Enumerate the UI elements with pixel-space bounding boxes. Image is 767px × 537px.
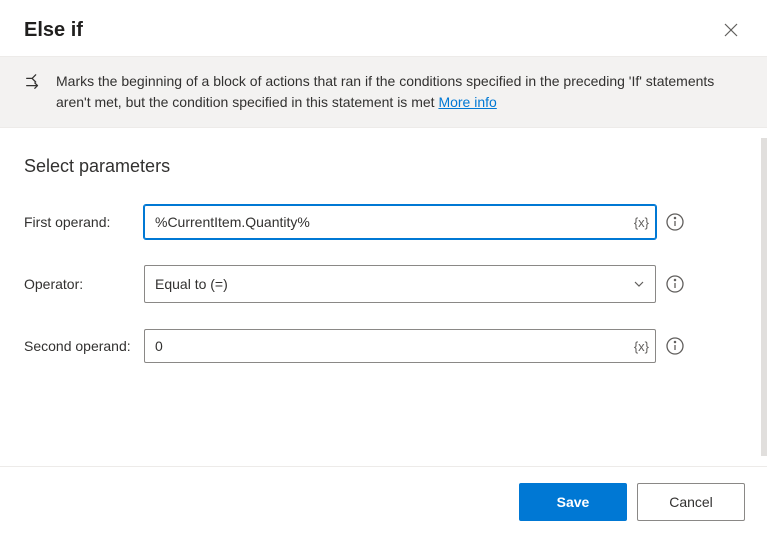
second-operand-label: Second operand: xyxy=(24,338,144,354)
operator-select[interactable]: Equal to (=) xyxy=(144,265,656,303)
dialog-footer: Save Cancel xyxy=(0,466,767,537)
branch-icon xyxy=(24,73,42,94)
cancel-button[interactable]: Cancel xyxy=(637,483,745,521)
operator-info[interactable] xyxy=(666,275,684,293)
first-operand-input-wrap[interactable]: {x} xyxy=(144,205,656,239)
variable-picker-button[interactable]: {x} xyxy=(628,206,655,238)
more-info-link[interactable]: More info xyxy=(438,94,496,110)
operator-label: Operator: xyxy=(24,276,144,292)
info-icon xyxy=(666,275,684,293)
first-operand-row: First operand: {x} xyxy=(24,205,743,239)
banner-description: Marks the beginning of a block of action… xyxy=(56,73,714,110)
second-operand-input-wrap[interactable]: {x} xyxy=(144,329,656,363)
operator-row: Operator: Equal to (=) xyxy=(24,265,743,303)
section-title: Select parameters xyxy=(24,156,743,177)
info-icon xyxy=(666,337,684,355)
first-operand-info[interactable] xyxy=(666,213,684,231)
first-operand-input[interactable] xyxy=(145,206,628,238)
first-operand-label: First operand: xyxy=(24,214,144,230)
dialog-title: Else if xyxy=(24,19,83,42)
close-button[interactable] xyxy=(719,18,743,42)
dialog-header: Else if xyxy=(0,0,767,56)
second-operand-input[interactable] xyxy=(145,330,628,362)
banner-text: Marks the beginning of a block of action… xyxy=(56,71,743,113)
close-icon xyxy=(724,23,738,37)
second-operand-info[interactable] xyxy=(666,337,684,355)
operator-value: Equal to (=) xyxy=(155,276,633,292)
second-operand-row: Second operand: {x} xyxy=(24,329,743,363)
parameters-section: Select parameters First operand: {x} Ope… xyxy=(0,128,767,363)
info-icon xyxy=(666,213,684,231)
save-button[interactable]: Save xyxy=(519,483,627,521)
variable-picker-button[interactable]: {x} xyxy=(628,330,655,362)
scrollbar[interactable] xyxy=(761,138,767,456)
chevron-down-icon xyxy=(633,278,645,290)
info-banner: Marks the beginning of a block of action… xyxy=(0,56,767,128)
